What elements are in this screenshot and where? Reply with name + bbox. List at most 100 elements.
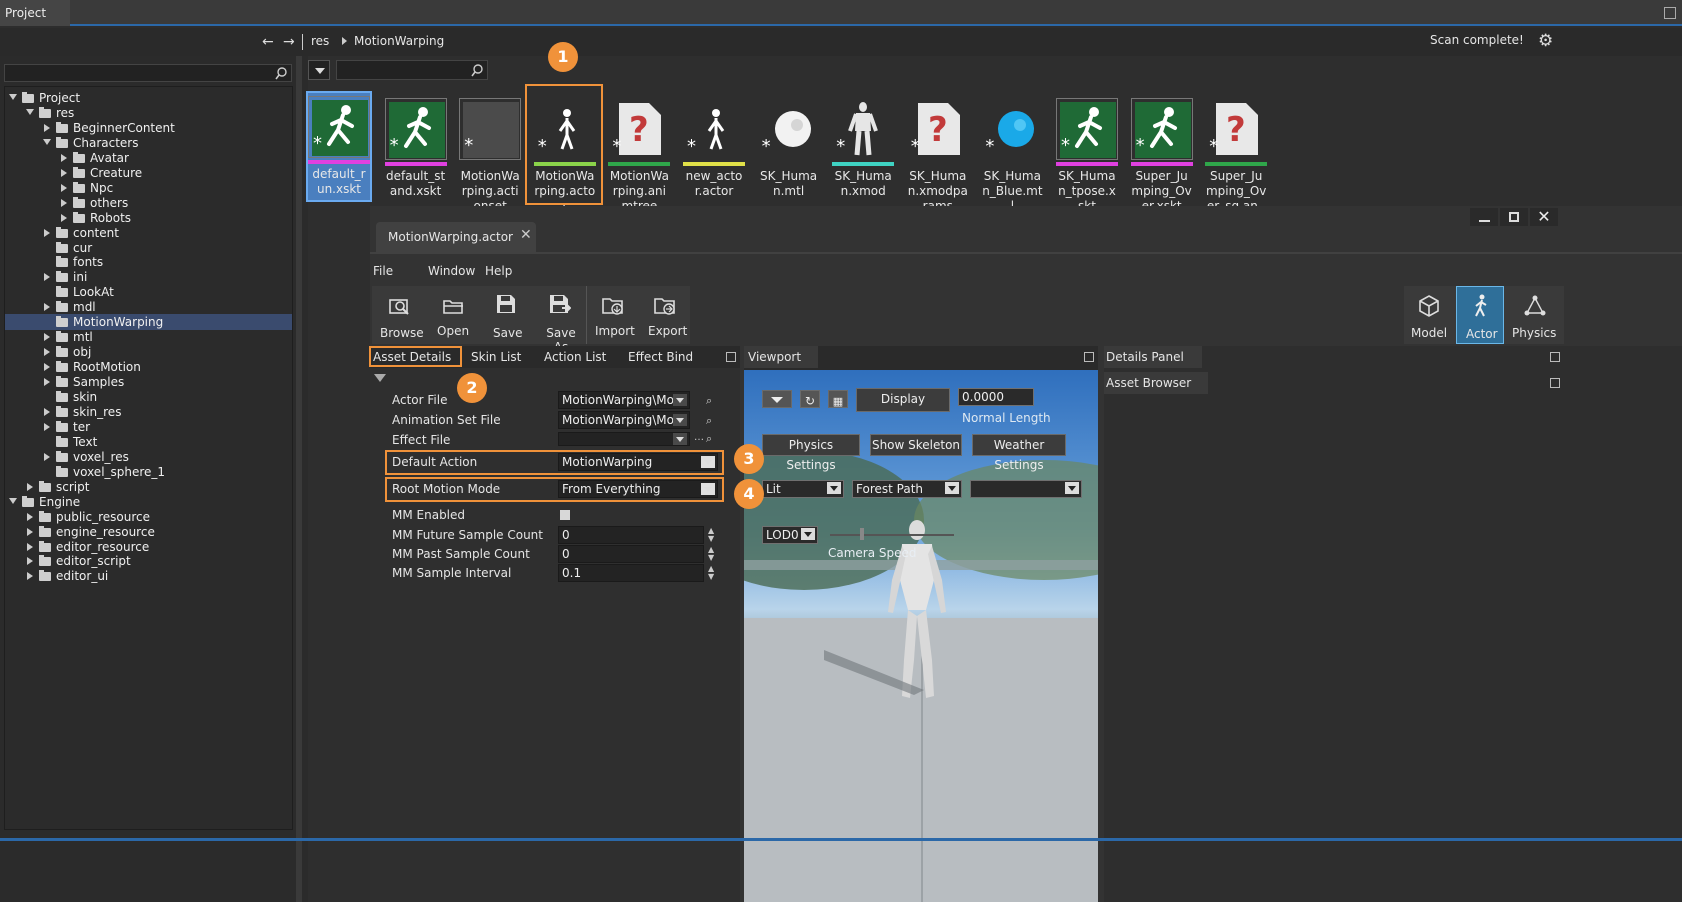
expand-arrow-closed-icon[interactable] [27,482,33,491]
expand-arrow-closed-icon[interactable] [44,303,50,312]
weather-settings-button[interactable]: Weather Settings [972,434,1066,472]
scene-dropdown[interactable]: Forest Path [852,480,962,498]
tab-effect-bind[interactable]: Effect Bind [628,350,693,364]
expand-arrow-closed-icon[interactable] [44,422,50,431]
asset-item[interactable]: *Super_Jumping_Over.xskt [1127,98,1197,216]
expand-arrow-closed-icon[interactable] [61,213,67,222]
import-button[interactable]: Import [590,286,638,344]
breadcrumb-current[interactable]: MotionWarping [354,34,444,48]
tree-item[interactable]: LookAt [5,284,292,300]
menu-file[interactable]: File [373,264,393,278]
actor-file-field[interactable]: MotionWarping\Mot [558,391,690,409]
settings-gear-icon[interactable]: ⚙ [1538,31,1553,51]
menu-window[interactable]: Window [428,264,475,278]
expand-arrow-open-icon[interactable] [26,108,34,115]
expand-arrow-open-icon[interactable] [43,138,51,145]
model-mode-button[interactable]: Model [1404,286,1454,344]
asset-item[interactable]: * SK_Huma n.mtl [754,98,824,216]
expand-arrow-closed-icon[interactable] [27,572,33,581]
tree-search-input[interactable] [4,64,292,82]
tree-item[interactable]: mdl [5,299,292,315]
tree-item[interactable]: ini [5,269,292,285]
details-panel-tab[interactable]: Details Panel [1104,346,1202,368]
save-button[interactable]: Save [482,286,530,344]
asset-item[interactable]: *SK_Human_Blue.mtl [977,98,1047,216]
tab-skin-list[interactable]: Skin List [471,350,521,364]
chevron-down-icon[interactable] [945,482,959,494]
animation-set-field[interactable]: MotionWarping\Mot [558,411,690,429]
expand-arrow-closed-icon[interactable] [44,273,50,282]
tree-item[interactable]: editor_ui [5,568,292,584]
camera-speed-slider-handle[interactable] [860,528,864,540]
chevron-down-icon[interactable] [673,394,687,406]
expand-arrow-open-icon[interactable] [9,94,17,100]
tree-item[interactable]: skin [5,389,292,405]
asset-item[interactable]: ?*SK_Human.xmodparams [903,98,973,216]
tree-item[interactable]: Avatar [5,150,292,166]
more-options-icon[interactable]: … [694,432,704,443]
tree-item[interactable]: Creature [5,165,292,181]
search-icon[interactable]: ⌕ [706,414,712,428]
expand-arrow-closed-icon[interactable] [44,123,50,132]
asset-item[interactable]: * new_acto r.actor [679,98,749,216]
expand-arrow-closed-icon[interactable] [27,527,33,536]
browse-button[interactable]: Browse [375,286,424,344]
document-tab[interactable]: MotionWarping.actor ✕ [376,222,536,252]
tree-item[interactable]: RootMotion [5,359,292,375]
expand-arrow-closed-icon[interactable] [61,168,67,177]
tree-item[interactable]: Text [5,434,292,450]
export-button[interactable]: Export [642,286,690,344]
chevron-down-icon[interactable] [827,482,841,494]
tree-item[interactable]: ter [5,419,292,435]
tree-item[interactable]: MotionWarping [5,314,292,331]
tree-item[interactable]: public_resource [5,509,292,525]
mm-past-input[interactable]: 0 [558,545,704,563]
close-tab-icon[interactable]: ✕ [520,227,532,243]
save-as-button[interactable]: Save As [534,286,584,354]
filter-dropdown[interactable] [308,60,330,80]
spinner-arrows-icon[interactable]: ▲ ▼ [708,565,714,581]
asset-item[interactable]: ?*Super_Jumping_Over_sq.an.. [1201,98,1271,216]
tab-action-list[interactable]: Action List [544,350,606,364]
physics-settings-button[interactable]: Physics Settings [762,434,860,472]
lighting-mode-dropdown[interactable]: Lit [762,480,844,498]
back-arrow-icon[interactable]: ← [262,34,274,50]
tree-item[interactable]: res [5,105,292,121]
tree-item[interactable]: Engine [5,494,292,510]
mm-interval-input[interactable]: 0.1 [558,564,704,582]
expand-arrow-closed-icon[interactable] [27,557,33,566]
grid-toggle-button[interactable]: ▦ [828,390,848,408]
tree-item[interactable]: skin_res [5,404,292,420]
tree-item[interactable]: others [5,195,292,211]
tree-item[interactable]: Characters [5,135,292,151]
expand-arrow-closed-icon[interactable] [44,407,50,416]
expand-arrow-closed-icon[interactable] [44,363,50,372]
actor-mode-button[interactable]: Actor [1456,286,1504,344]
chevron-down-icon[interactable] [673,433,687,445]
physics-mode-button[interactable]: Physics [1508,286,1562,344]
mm-future-input[interactable]: 0 [558,526,704,544]
tree-item[interactable]: script [5,479,292,495]
rotate-button[interactable]: ↻ [800,390,820,408]
tree-item[interactable]: BeginnerContent [5,120,292,136]
dock-pin-icon[interactable] [1084,352,1094,362]
dock-pin-icon[interactable] [726,352,736,362]
expand-arrow-closed-icon[interactable] [44,228,50,237]
viewport-tab[interactable]: Viewport [744,346,818,368]
minimize-button[interactable] [1470,208,1498,226]
spinner-arrows-icon[interactable]: ▲ ▼ [708,546,714,562]
expand-arrow-closed-icon[interactable] [61,183,67,192]
tree-item[interactable]: Samples [5,374,292,390]
expand-arrow-closed-icon[interactable] [61,153,67,162]
search-icon[interactable]: ⌕ [706,432,712,446]
tree-item[interactable]: obj [5,344,292,360]
expand-arrow-closed-icon[interactable] [44,452,50,461]
tree-item[interactable]: voxel_res [5,449,292,465]
menu-help[interactable]: Help [485,264,512,278]
effect-file-field[interactable] [558,432,690,446]
view-mode-button[interactable] [762,390,792,408]
expand-arrow-closed-icon[interactable] [27,512,33,521]
tree-item[interactable]: mtl [5,329,292,345]
tree-item[interactable]: fonts [5,254,292,270]
show-skeleton-button[interactable]: Show Skeleton [870,434,962,456]
